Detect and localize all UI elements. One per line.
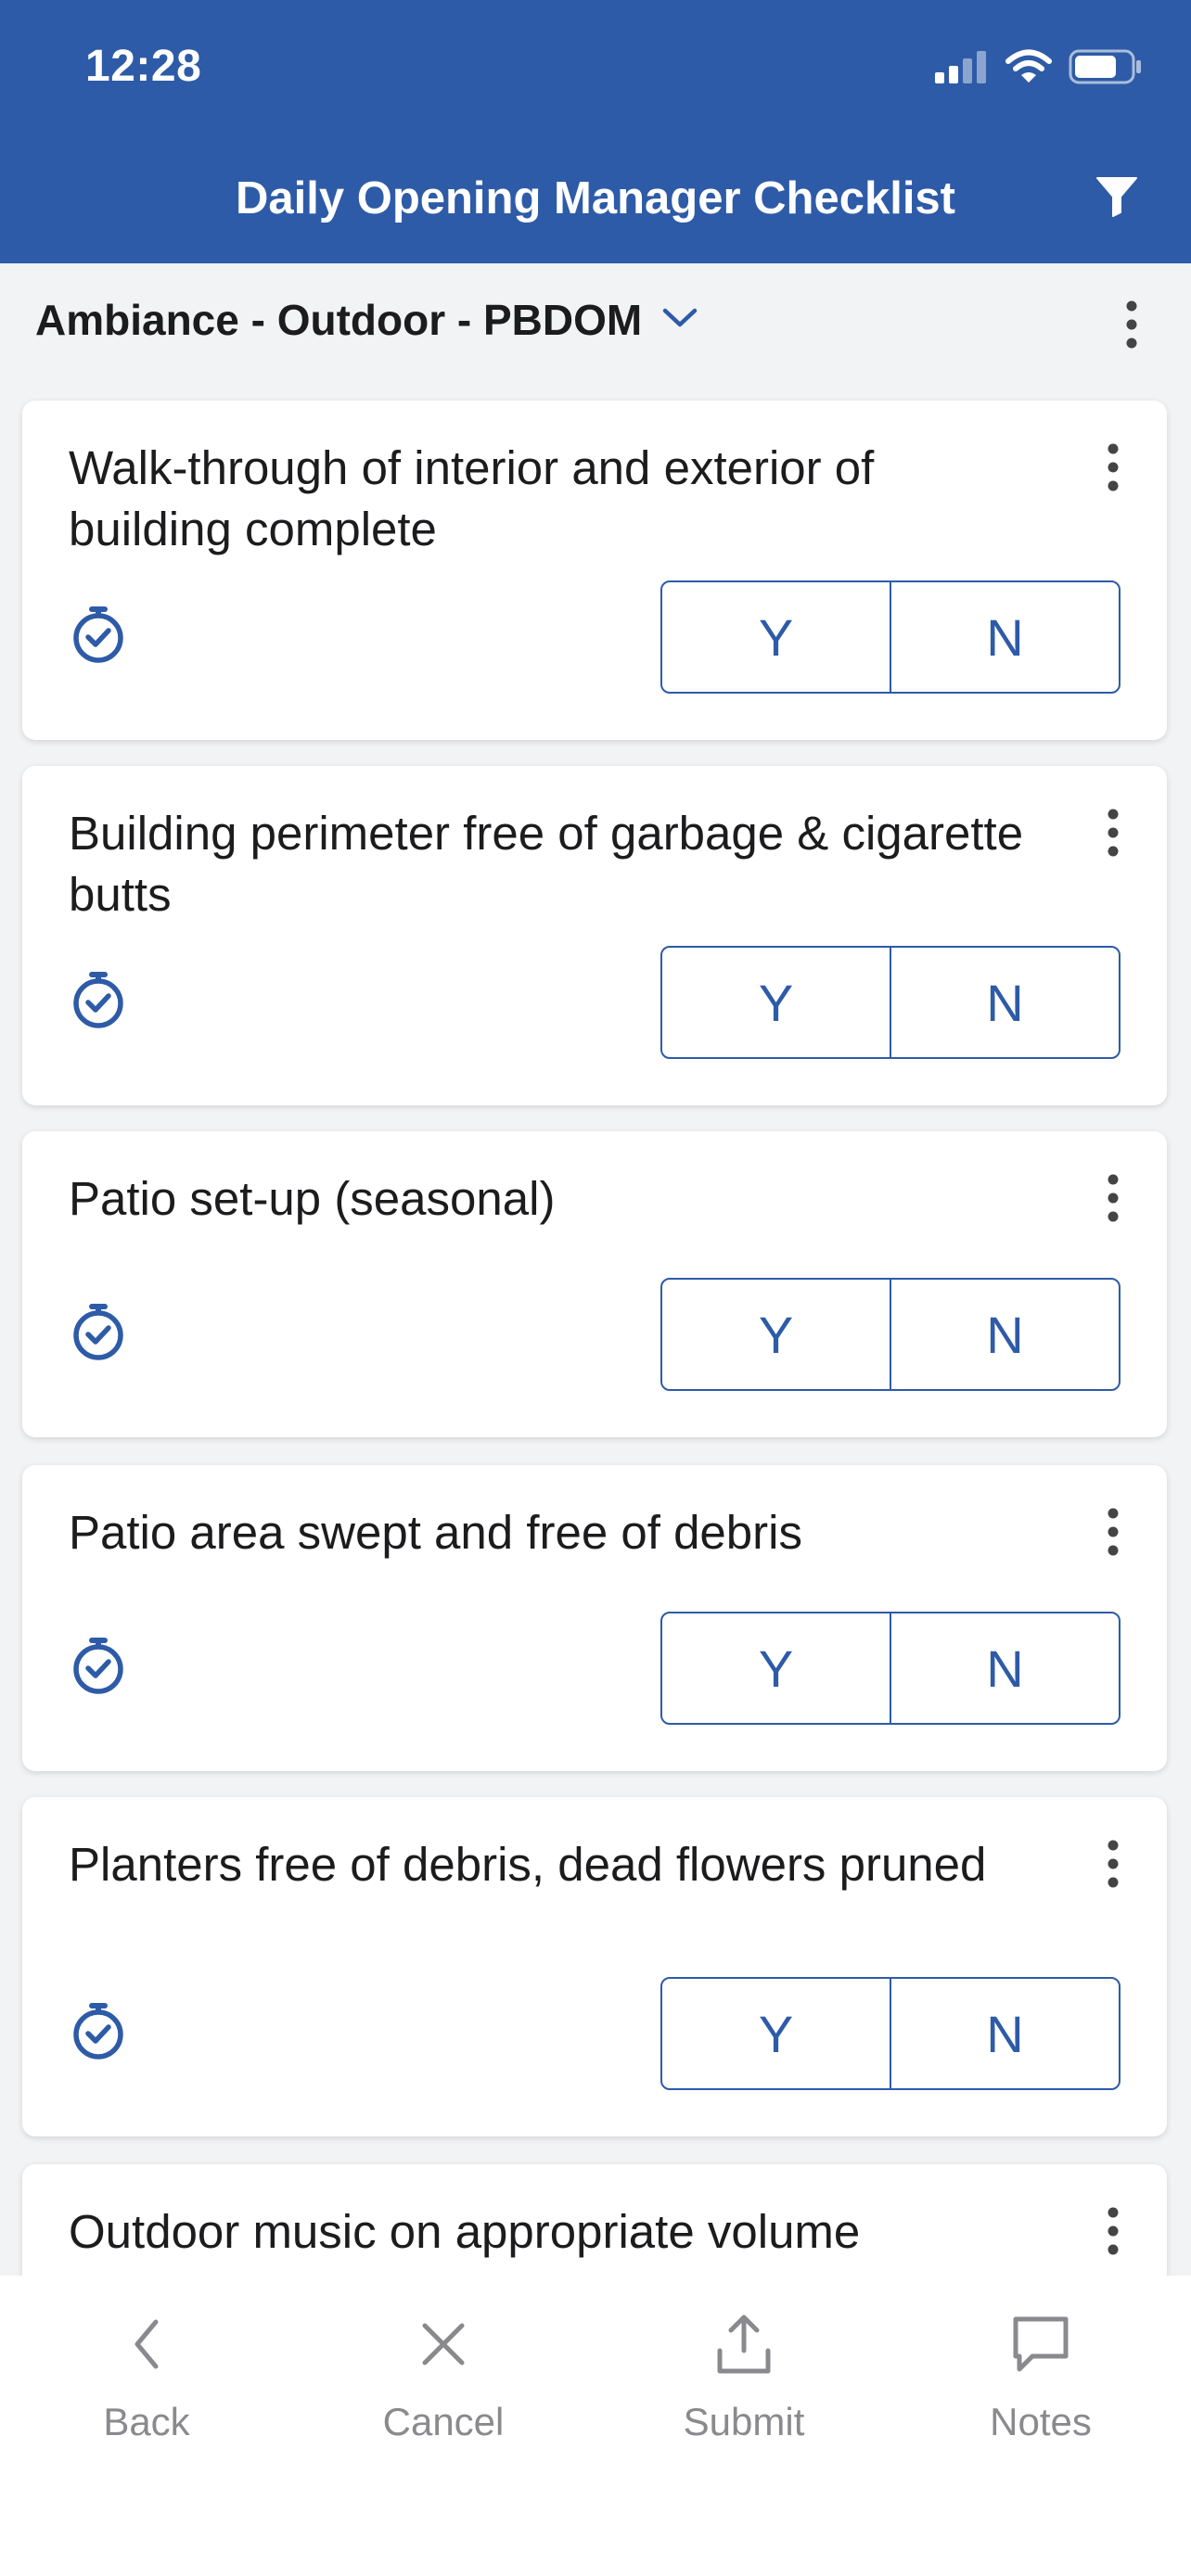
yes-no-toggle: Y N xyxy=(660,1278,1121,1391)
more-vertical-icon xyxy=(1108,1840,1119,1893)
yes-button[interactable]: Y xyxy=(662,1979,890,2088)
app-header: 12:28 Daily Opening Manager Checklist xyxy=(0,0,1191,263)
yes-no-toggle: Y N xyxy=(660,1612,1121,1725)
back-label: Back xyxy=(103,2400,190,2443)
status-icons xyxy=(935,48,1143,89)
page-title: Daily Opening Manager Checklist xyxy=(235,173,956,223)
yes-button[interactable]: Y xyxy=(662,582,890,692)
yes-no-toggle: Y N xyxy=(660,1977,1121,2090)
no-button[interactable]: N xyxy=(890,1613,1119,1723)
filter-icon xyxy=(1095,175,1138,223)
no-button[interactable]: N xyxy=(890,582,1119,692)
more-vertical-icon xyxy=(1108,1508,1119,1561)
notes-label: Notes xyxy=(990,2400,1092,2443)
checklist-content: Ambiance - Outdoor - PBDOM Walk-through … xyxy=(0,263,1191,2276)
section-title: Ambiance - Outdoor - PBDOM xyxy=(35,296,643,344)
yes-no-toggle: Y N xyxy=(660,580,1121,694)
item-more-button[interactable] xyxy=(1096,1838,1130,1894)
cellular-signal-icon xyxy=(935,50,989,88)
checklist-item-text: Patio area swept and free of debris xyxy=(69,1506,802,1559)
checklist-item: Walk-through of interior and exterior of… xyxy=(22,401,1167,740)
upload-icon xyxy=(709,2309,779,2379)
more-vertical-icon xyxy=(1108,809,1119,861)
chevron-left-icon xyxy=(111,2309,182,2379)
more-vertical-icon xyxy=(1108,443,1119,496)
checklist-item: Planters free of debris, dead flowers pr… xyxy=(22,1797,1167,2136)
status-time: 12:28 xyxy=(85,42,202,91)
checklist-item: Building perimeter free of garbage & cig… xyxy=(22,766,1167,1105)
section-selector[interactable]: Ambiance - Outdoor - PBDOM xyxy=(35,295,698,345)
battery-icon xyxy=(1069,48,1143,90)
checklist-item-text: Walk-through of interior and exterior of… xyxy=(69,441,875,555)
item-more-button[interactable] xyxy=(1096,807,1130,862)
notes-button[interactable]: Notes xyxy=(929,2309,1152,2444)
checklist-item-text: Outdoor music on appropriate volume xyxy=(69,2205,861,2258)
cancel-label: Cancel xyxy=(382,2400,505,2443)
section-more-button[interactable] xyxy=(1113,299,1150,354)
yes-button[interactable]: Y xyxy=(662,948,890,1057)
item-more-button[interactable] xyxy=(1096,1506,1130,1562)
checklist-item-text: Planters free of debris, dead flowers pr… xyxy=(69,1838,987,1891)
back-button[interactable]: Back xyxy=(35,2309,258,2444)
timer-icon[interactable] xyxy=(69,605,128,664)
more-vertical-icon xyxy=(1126,300,1137,353)
timer-icon[interactable] xyxy=(69,1636,128,1695)
close-icon xyxy=(408,2309,479,2379)
submit-button[interactable]: Submit xyxy=(633,2309,855,2444)
filter-button[interactable] xyxy=(1091,172,1143,224)
submit-label: Submit xyxy=(683,2400,805,2443)
no-button[interactable]: N xyxy=(890,1280,1119,1389)
checklist-item: Patio area swept and free of debris Y N xyxy=(22,1465,1167,1771)
checklist-item-text: Building perimeter free of garbage & cig… xyxy=(69,807,1024,921)
chevron-down-icon xyxy=(662,307,698,334)
timer-icon[interactable] xyxy=(69,1302,128,1361)
bottom-toolbar: Back Cancel Submit Notes xyxy=(0,2276,1191,2576)
wifi-icon xyxy=(1005,49,1052,89)
speech-bubble-icon xyxy=(1005,2309,1076,2379)
checklist-item: Outdoor music on appropriate volume Y N xyxy=(22,2164,1167,2276)
item-more-button[interactable] xyxy=(1096,1172,1130,1228)
no-button[interactable]: N xyxy=(890,948,1119,1057)
yes-button[interactable]: Y xyxy=(662,1280,890,1389)
more-vertical-icon xyxy=(1108,1174,1119,1227)
timer-icon[interactable] xyxy=(69,970,128,1029)
timer-icon[interactable] xyxy=(69,2001,128,2060)
item-more-button[interactable] xyxy=(1096,2205,1130,2261)
yes-no-toggle: Y N xyxy=(660,946,1121,1059)
item-more-button[interactable] xyxy=(1096,441,1130,497)
cancel-button[interactable]: Cancel xyxy=(332,2309,555,2444)
no-button[interactable]: N xyxy=(890,1979,1119,2088)
checklist-item-text: Patio set-up (seasonal) xyxy=(69,1172,556,1225)
yes-button[interactable]: Y xyxy=(662,1613,890,1723)
checklist-item: Patio set-up (seasonal) Y N xyxy=(22,1131,1167,1437)
more-vertical-icon xyxy=(1108,2207,1119,2260)
